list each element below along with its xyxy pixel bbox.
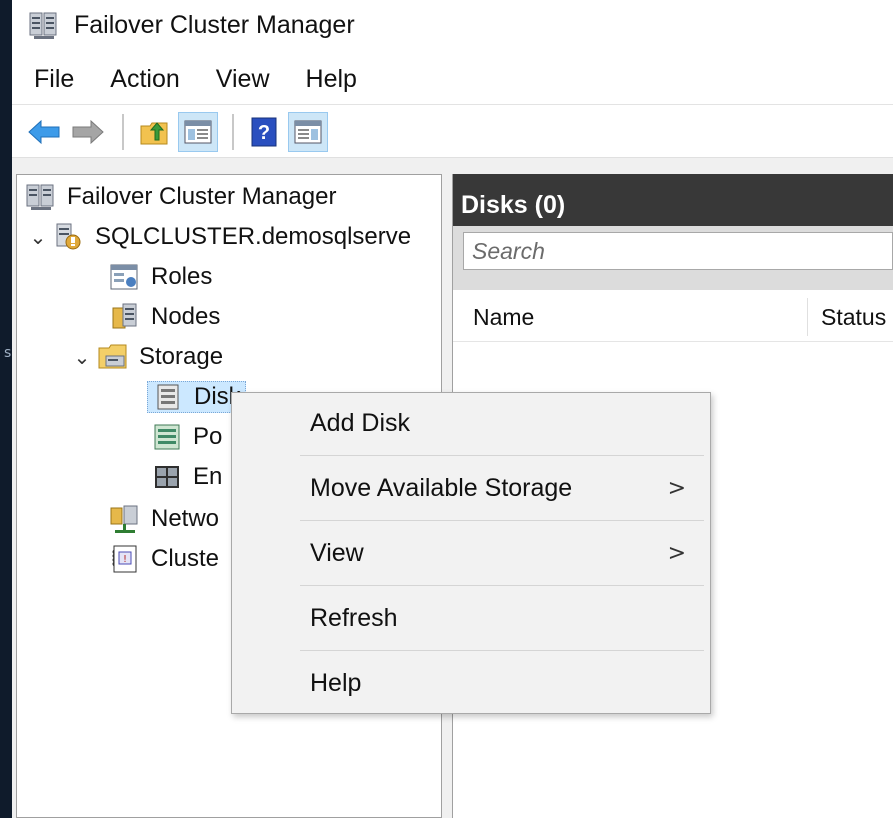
search-input[interactable]: Search [463, 232, 893, 270]
column-header-name[interactable]: Name [473, 304, 534, 331]
column-header-row: Name Status [453, 290, 893, 342]
cluster-events-icon: ! [109, 544, 141, 574]
menu-action[interactable]: Action [110, 65, 179, 94]
results-header: Disks (0) [453, 174, 893, 226]
cluster-manager-icon [25, 182, 57, 212]
chevron-right-icon: > [667, 475, 686, 501]
disks-icon [152, 382, 184, 412]
menu-item-move-available-storage[interactable]: Move Available Storage > [232, 460, 710, 516]
menu-item-refresh[interactable]: Refresh [232, 590, 710, 646]
toolbar-separator [122, 113, 124, 150]
show-hide-console-tree-button[interactable] [178, 111, 218, 152]
chevron-right-icon: > [667, 540, 686, 566]
toolbar-separator [232, 113, 234, 150]
storage-folder-icon [97, 342, 129, 372]
background-window-edge: s [0, 0, 12, 818]
toolbar: ? [12, 106, 893, 158]
menu-file[interactable]: File [34, 65, 74, 94]
nodes-icon [109, 302, 141, 332]
column-header-status[interactable]: Status [821, 304, 886, 331]
tree-item-cluster[interactable]: ⌄ SQLCLUSTER.demosqlserve [27, 217, 412, 257]
tree-item-pools[interactable]: Po [151, 417, 222, 457]
tree-item-label: Failover Cluster Manager [67, 183, 337, 210]
tree-item-label: En [193, 463, 223, 490]
background-window-text: s [4, 345, 12, 361]
tree-item-label: Storage [139, 343, 224, 370]
show-hide-action-pane-button[interactable] [288, 111, 328, 152]
tree-item-networks[interactable]: Netwo [109, 499, 219, 539]
help-icon: ? [251, 117, 277, 146]
menu-item-label: Help [310, 668, 362, 697]
svg-text:?: ? [258, 122, 270, 144]
menu-item-add-disk[interactable]: Add Disk [232, 395, 710, 451]
menu-item-label: Add Disk [310, 408, 411, 437]
menu-help[interactable]: Help [306, 65, 357, 94]
show-hide-action-pane-icon [294, 120, 322, 143]
menu-separator [300, 585, 704, 586]
tree-item-label: Cluste [151, 545, 220, 572]
enclosures-icon [151, 462, 183, 492]
help-button[interactable]: ? [244, 112, 284, 152]
context-menu: Add Disk Move Available Storage > View >… [231, 392, 711, 714]
back-button[interactable] [24, 112, 64, 152]
cluster-icon [53, 222, 85, 252]
menu-bar: File Action View Help [12, 55, 893, 105]
tree-item-cluster-events[interactable]: ! Cluste [109, 539, 219, 579]
chevron-down-icon[interactable]: ⌄ [27, 225, 49, 250]
show-hide-console-tree-icon [184, 120, 212, 143]
roles-icon [109, 262, 141, 292]
menu-item-view[interactable]: View > [232, 525, 710, 581]
tree-item-root[interactable]: Failover Cluster Manager [25, 177, 336, 217]
tree-item-enclosures[interactable]: En [151, 457, 222, 497]
pools-icon [151, 422, 183, 452]
tree-item-label: Roles [151, 263, 213, 290]
menu-item-help[interactable]: Help [232, 655, 710, 711]
menu-view[interactable]: View [216, 65, 270, 94]
menu-separator [300, 520, 704, 521]
tree-item-roles[interactable]: Roles [109, 257, 212, 297]
back-arrow-icon [28, 119, 60, 144]
tree-item-label: Po [193, 423, 223, 450]
svg-text:!: ! [123, 554, 127, 565]
search-bar: Search [453, 226, 893, 290]
menu-separator [300, 455, 704, 456]
networks-icon [109, 504, 141, 534]
tree-item-label: Nodes [151, 303, 221, 330]
menu-item-label: Move Available Storage [310, 473, 573, 502]
tree-item-label: SQLCLUSTER.demosqlserve [95, 223, 412, 250]
column-divider[interactable] [807, 298, 808, 336]
cluster-manager-app-icon [28, 9, 60, 41]
forward-button[interactable] [68, 112, 108, 152]
menu-separator [300, 650, 704, 651]
window-title: Failover Cluster Manager [74, 10, 355, 39]
tree-item-nodes[interactable]: Nodes [109, 297, 220, 337]
up-one-level-button[interactable] [134, 112, 174, 152]
up-folder-icon [140, 121, 168, 144]
tree-item-label: Netwo [151, 505, 220, 532]
menu-item-label: View [310, 538, 364, 567]
search-placeholder: Search [472, 237, 545, 264]
tree-item-storage[interactable]: ⌄ Storage [71, 337, 223, 377]
title-bar: Failover Cluster Manager [12, 0, 893, 50]
chevron-down-icon[interactable]: ⌄ [71, 345, 93, 370]
menu-item-label: Refresh [310, 603, 398, 632]
forward-arrow-icon [72, 119, 104, 144]
